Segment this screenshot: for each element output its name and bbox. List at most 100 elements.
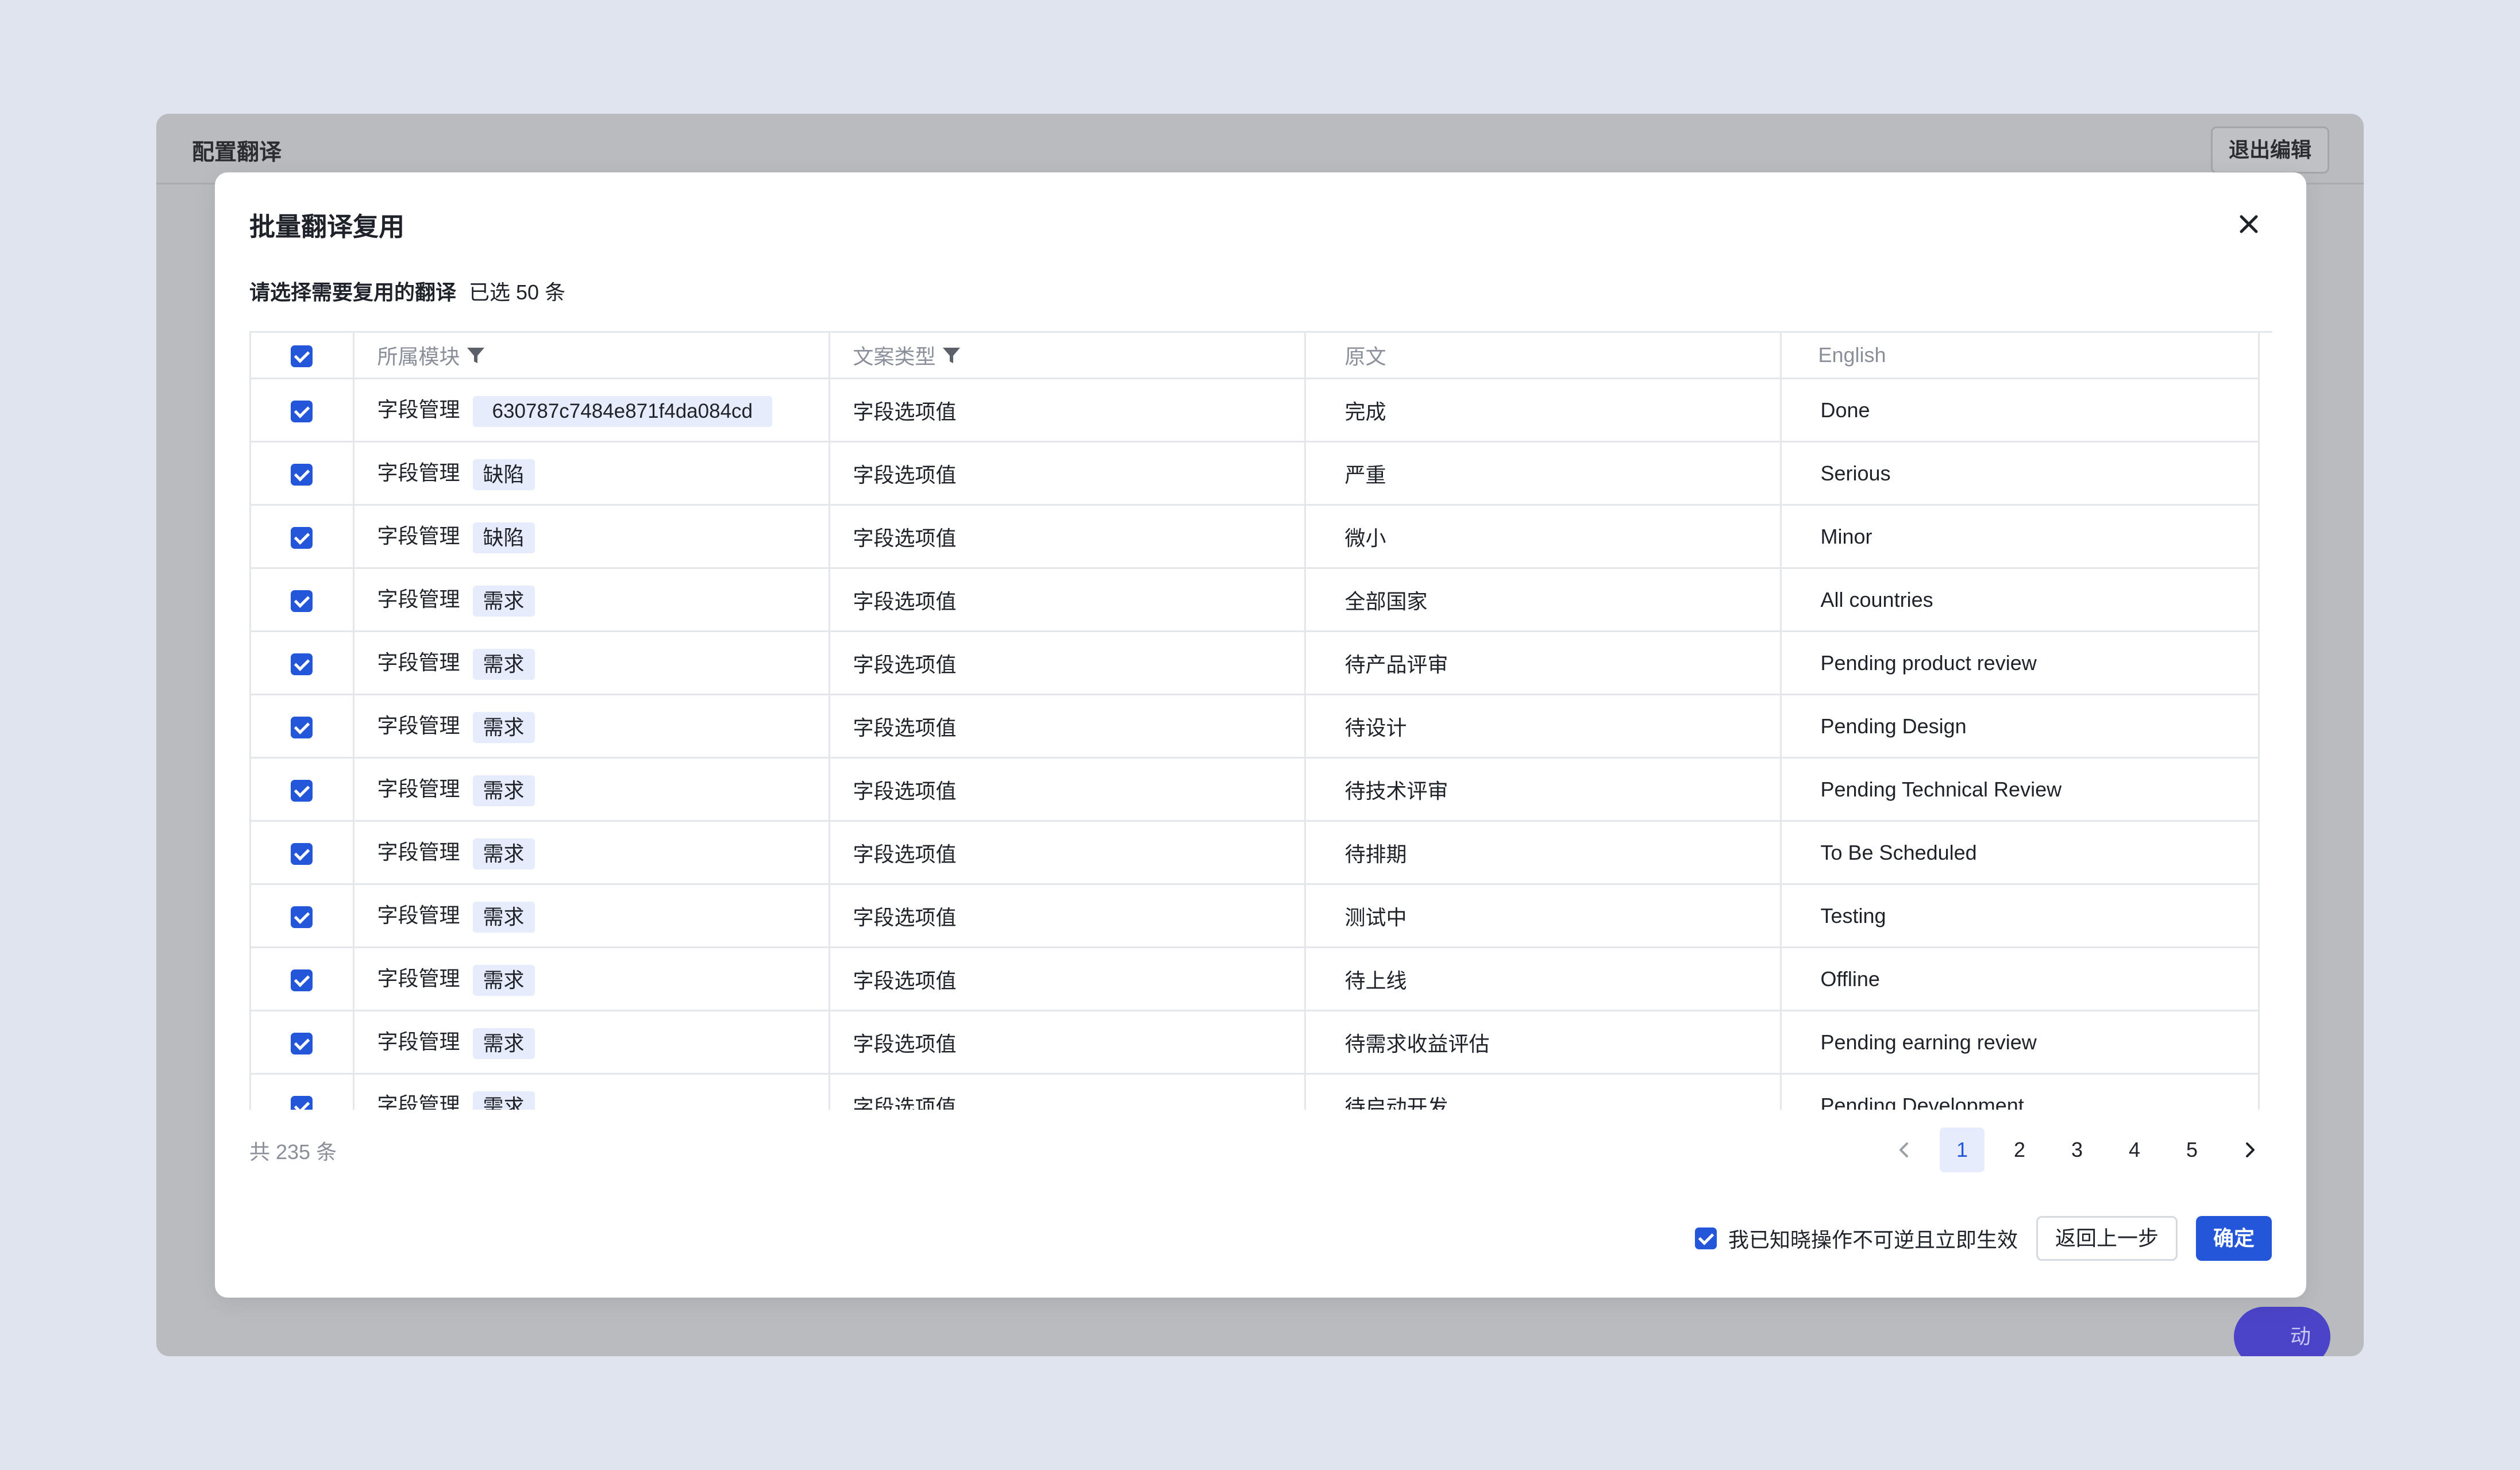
row-checkbox[interactable] [291,906,313,928]
table-row[interactable]: 字段管理 需求 字段选项值 待需求收益评估 Pending earning review [251,1010,2260,1075]
original-text-cell: 测试中 [1305,884,1782,948]
row-checkbox[interactable] [291,969,313,991]
english-text-cell: Pending Design [1781,694,2260,759]
page-4-button[interactable]: 4 [2112,1127,2157,1172]
page-1-button[interactable]: 1 [1940,1127,1985,1172]
column-header-original: 原文 [1305,333,1782,379]
table-row[interactable]: 字段管理 630787c7484e871f4da084cd 字段选项值 完成 Done [251,378,2260,442]
module-cell: 字段管理 需求 [353,694,830,759]
row-select-cell [251,568,355,632]
module-cell: 字段管理 需求 [353,631,830,695]
module-name: 字段管理 [377,777,460,801]
type-cell: 字段选项值 [829,694,1306,759]
row-select-cell [251,821,355,885]
english-text-cell: Pending earning review [1781,1010,2260,1075]
row-checkbox[interactable] [291,779,313,802]
type-cell: 字段选项值 [829,441,1306,506]
table-row[interactable]: 字段管理 需求 字段选项值 待产品评审 Pending product review [251,631,2260,695]
english-text-cell: All countries [1781,568,2260,632]
column-label-module: 所属模块 [377,344,460,368]
module-tag: 需求 [472,838,535,869]
floating-action-button[interactable]: 动 [2234,1307,2330,1356]
type-cell: 字段选项值 [829,757,1306,822]
table-row[interactable]: 字段管理 需求 字段选项值 待启动开发 Pending Development [251,1073,2260,1110]
module-tag: 需求 [472,964,535,996]
modal-title: 批量翻译复用 [249,212,405,241]
translation-table: 所属模块 文案类型 原文 English 字段管理 630787c7484e871… [249,331,2272,1110]
original-text-cell: 待上线 [1305,947,1782,1011]
acknowledge-checkbox[interactable] [1694,1227,1717,1249]
row-select-cell [251,757,355,822]
table-row[interactable]: 字段管理 需求 字段选项值 待上线 Offline [251,947,2260,1011]
select-all-checkbox[interactable] [291,345,313,368]
table-header-row: 所属模块 文案类型 原文 English [251,333,2260,379]
module-cell: 字段管理 缺陷 [353,505,830,569]
module-name: 字段管理 [377,524,460,548]
chevron-left-icon [1899,1142,1908,1157]
row-select-cell [251,884,355,948]
module-name: 字段管理 [377,461,460,485]
table-row[interactable]: 字段管理 需求 字段选项值 全部国家 All countries [251,568,2260,632]
back-button[interactable]: 返回上一步 [2036,1216,2178,1261]
selection-summary: 请选择需要复用的翻译 已选 50 条 [249,276,565,306]
module-cell: 字段管理 需求 [353,1073,830,1110]
page-3-button[interactable]: 3 [2055,1127,2099,1172]
close-icon [2240,215,2258,233]
module-tag: 需求 [472,901,535,933]
row-select-cell [251,694,355,759]
row-checkbox[interactable] [291,463,313,486]
acknowledge-option[interactable]: 我已知晓操作不可逆且立即生效 [1694,1223,2018,1253]
row-checkbox[interactable] [291,1032,313,1055]
module-cell: 字段管理 缺陷 [353,441,830,506]
english-text-cell: Pending Technical Review [1781,757,2260,822]
module-cell: 字段管理 需求 [353,821,830,885]
type-cell: 字段选项值 [829,631,1306,695]
column-header-type: 文案类型 [829,333,1306,379]
row-checkbox[interactable] [291,590,313,612]
row-select-cell [251,378,355,442]
table-row[interactable]: 字段管理 需求 字段选项值 待排期 To Be Scheduled [251,821,2260,885]
table-row[interactable]: 字段管理 需求 字段选项值 待技术评审 Pending Technical Review [251,757,2260,822]
confirm-button[interactable]: 确定 [2195,1216,2272,1261]
english-text-cell: To Be Scheduled [1781,821,2260,885]
pagination: 1 2 3 4 5 [1882,1127,2272,1172]
table-row[interactable]: 字段管理 缺陷 字段选项值 微小 Minor [251,505,2260,569]
prev-page-button[interactable] [1882,1127,1927,1172]
english-text-cell: Done [1781,378,2260,442]
type-cell: 字段选项值 [829,884,1306,948]
module-tag: 需求 [472,775,535,806]
filter-icon[interactable] [466,345,485,370]
row-checkbox[interactable] [291,653,313,675]
english-text-cell: Offline [1781,947,2260,1011]
module-tag: 需求 [472,648,535,680]
module-tag: 缺陷 [472,522,535,553]
table-row[interactable]: 字段管理 需求 字段选项值 待设计 Pending Design [251,694,2260,759]
module-name: 字段管理 [377,1093,460,1110]
page-2-button[interactable]: 2 [1997,1127,2042,1172]
close-button[interactable] [2233,208,2265,240]
row-checkbox[interactable] [291,400,313,422]
row-checkbox[interactable] [291,842,313,865]
module-name: 字段管理 [377,840,460,864]
module-tag: 需求 [472,585,535,617]
filter-icon[interactable] [942,345,961,370]
module-cell: 字段管理 需求 [353,884,830,948]
page-5-button[interactable]: 5 [2170,1127,2214,1172]
table-row[interactable]: 字段管理 缺陷 字段选项值 严重 Serious [251,441,2260,506]
module-name: 字段管理 [377,651,460,675]
original-text-cell: 待设计 [1305,694,1782,759]
row-checkbox[interactable] [291,526,313,549]
module-cell: 字段管理 需求 [353,947,830,1011]
row-select-cell [251,505,355,569]
row-checkbox[interactable] [291,716,313,738]
table-row[interactable]: 字段管理 需求 字段选项值 测试中 Testing [251,884,2260,948]
type-cell: 字段选项值 [829,947,1306,1011]
next-page-button[interactable] [2227,1127,2272,1172]
type-cell: 字段选项值 [829,505,1306,569]
type-cell: 字段选项值 [829,1073,1306,1110]
module-name: 字段管理 [377,398,460,422]
original-text-cell: 微小 [1305,505,1782,569]
row-checkbox[interactable] [291,1095,313,1110]
exit-edit-button[interactable]: 退出编辑 [2210,126,2329,174]
original-text-cell: 待产品评审 [1305,631,1782,695]
